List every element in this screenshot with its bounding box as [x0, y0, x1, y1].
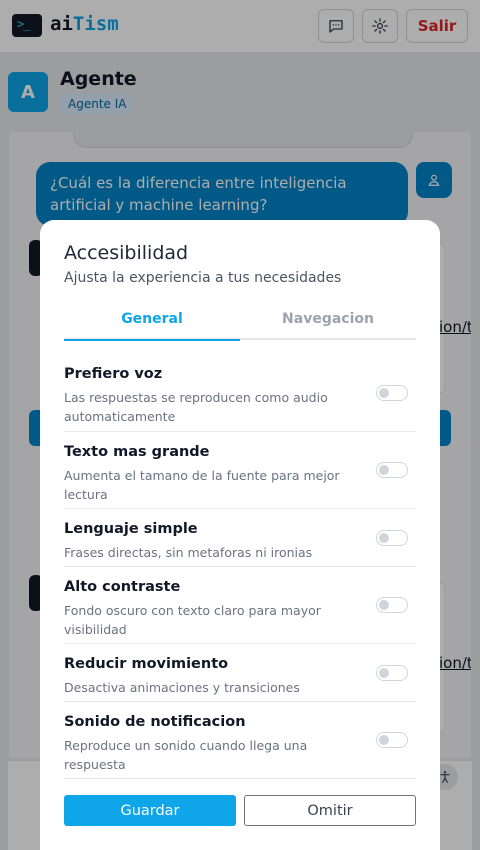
simple-language-toggle[interactable] — [376, 530, 408, 546]
setting-notification-sound: Sonido de notificacion Reproduce un soni… — [64, 702, 416, 779]
tab-general[interactable]: General — [64, 308, 240, 341]
setting-description: Las respuestas se reproducen como audio … — [64, 390, 328, 424]
notification-sound-toggle[interactable] — [376, 732, 408, 748]
setting-description: Frases directas, sin metaforas ni ironia… — [64, 545, 313, 560]
save-button[interactable]: Guardar — [64, 795, 236, 826]
modal-tabs: General Navegacion — [64, 308, 416, 341]
setting-larger-text: Texto mas grande Aumenta el tamano de la… — [64, 432, 416, 509]
modal-subtitle: Ajusta la experiencia a tus necesidades — [64, 270, 342, 286]
setting-description: Fondo oscuro con texto claro para mayor … — [64, 603, 321, 637]
setting-title: Texto mas grande — [64, 444, 210, 460]
setting-title: Lenguaje simple — [64, 521, 198, 537]
larger-text-toggle[interactable] — [376, 462, 408, 478]
setting-prefer-voice: Prefiero voz Las respuestas se reproduce… — [64, 354, 416, 432]
setting-simple-language: Lenguaje simple Frases directas, sin met… — [64, 509, 416, 567]
toggle-knob — [379, 735, 389, 745]
modal-title: Accesibilidad — [64, 242, 189, 264]
setting-reduce-motion: Reducir movimiento Desactiva animaciones… — [64, 644, 416, 702]
toggle-knob — [379, 600, 389, 610]
setting-description: Desactiva animaciones y transiciones — [64, 680, 300, 695]
setting-high-contrast: Alto contraste Fondo oscuro con texto cl… — [64, 567, 416, 644]
setting-title: Alto contraste — [64, 579, 181, 595]
accessibility-modal: Accesibilidad Ajusta la experiencia a tu… — [40, 220, 440, 850]
setting-title: Sonido de notificacion — [64, 714, 246, 730]
toggle-knob — [379, 533, 389, 543]
skip-button[interactable]: Omitir — [244, 795, 416, 826]
reduce-motion-toggle[interactable] — [376, 665, 408, 681]
tab-navegacion[interactable]: Navegacion — [240, 308, 416, 340]
toggle-knob — [379, 668, 389, 678]
setting-title: Prefiero voz — [64, 366, 163, 382]
setting-description: Reproduce un sonido cuando llega una res… — [64, 738, 308, 772]
setting-title: Reducir movimiento — [64, 656, 229, 672]
prefer-voice-toggle[interactable] — [376, 385, 408, 401]
toggle-knob — [379, 388, 389, 398]
setting-description: Aumenta el tamano de la fuente para mejo… — [64, 468, 340, 502]
high-contrast-toggle[interactable] — [376, 597, 408, 613]
toggle-knob — [379, 465, 389, 475]
